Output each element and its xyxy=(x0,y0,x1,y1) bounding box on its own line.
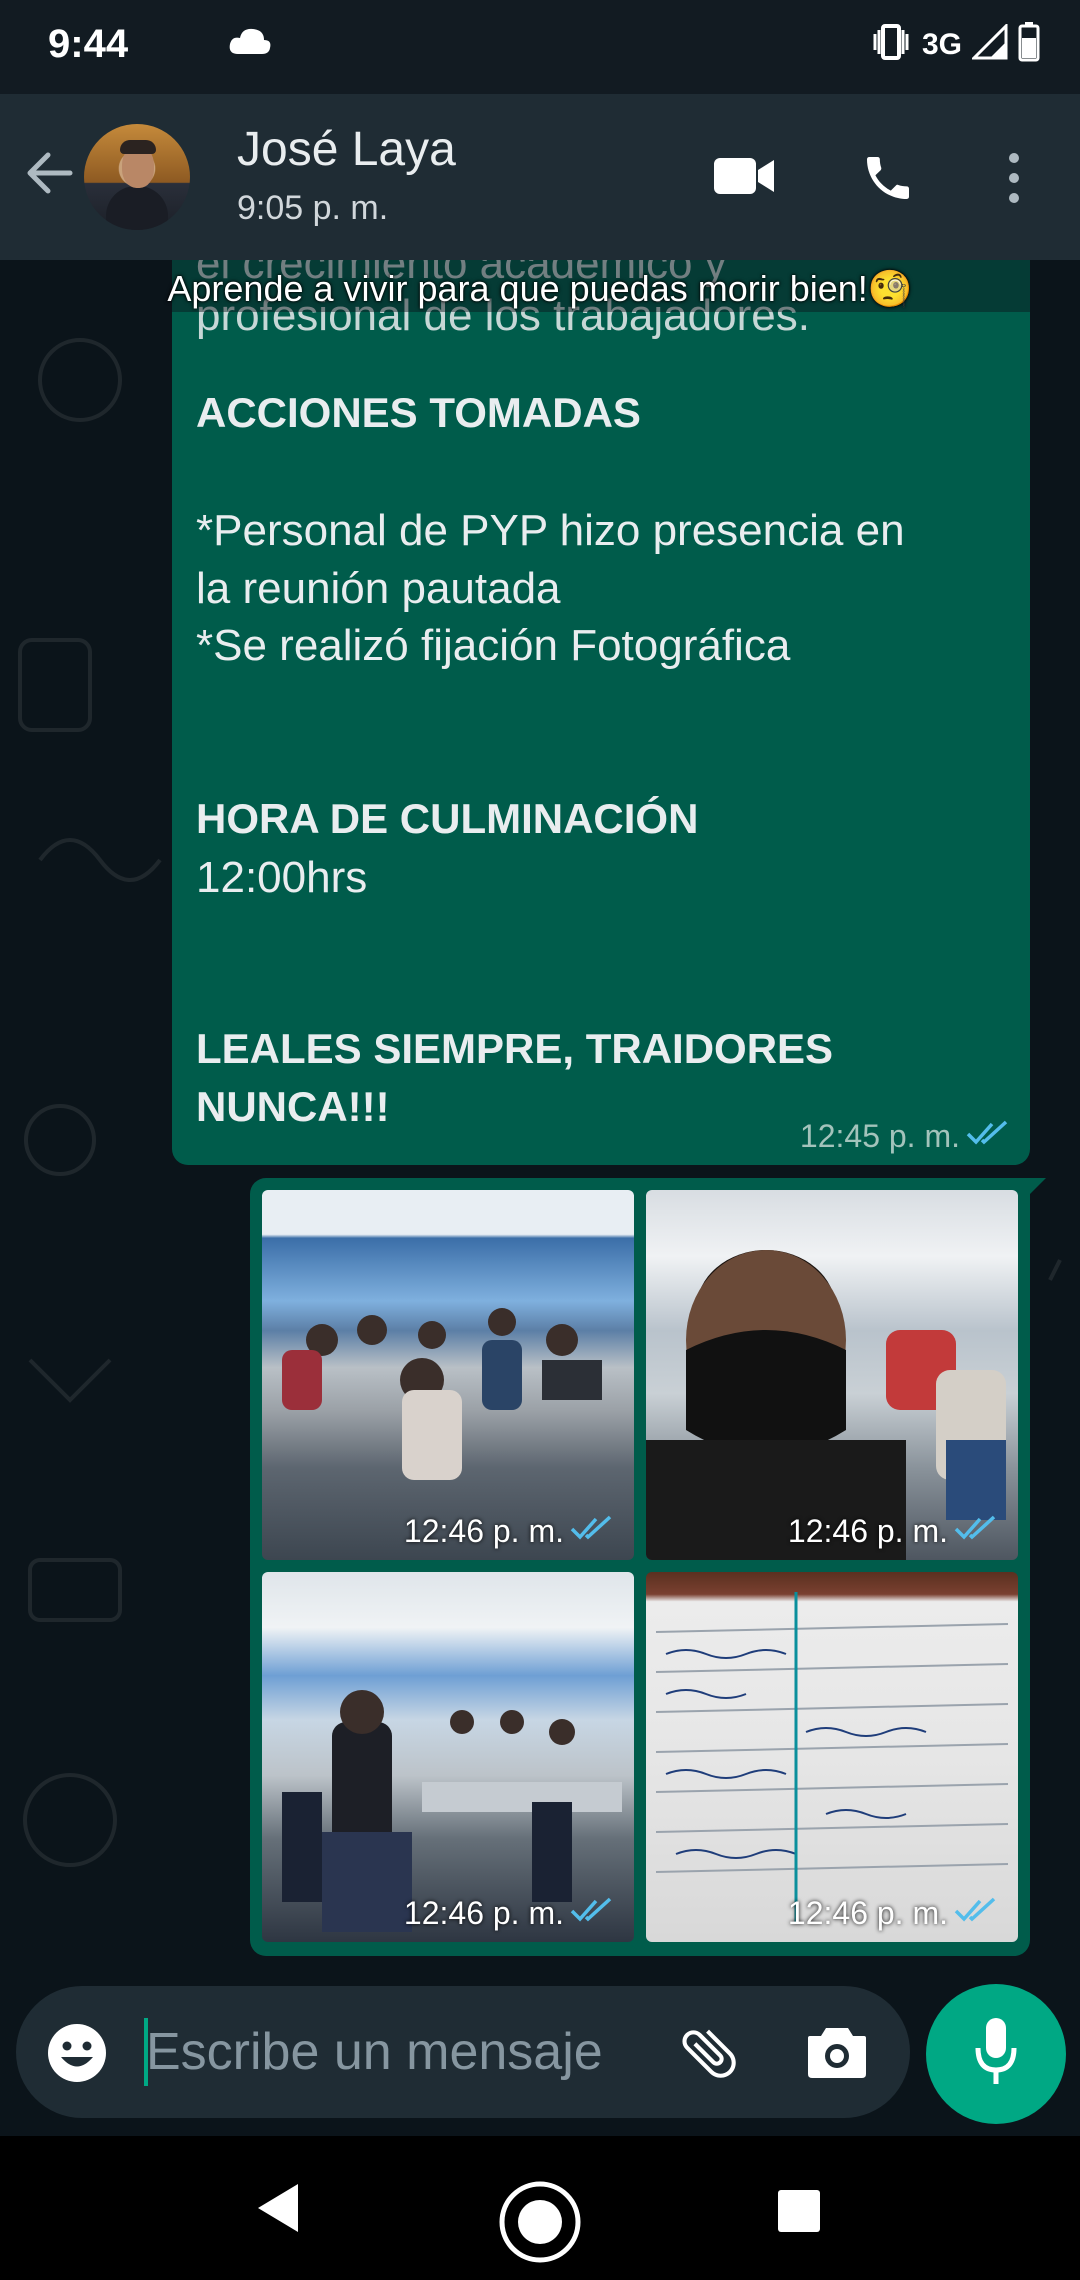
emoji-icon[interactable] xyxy=(46,2022,108,2089)
read-tick-icon xyxy=(954,1897,998,1928)
contact-name[interactable]: José Laya xyxy=(237,122,456,177)
photo-time: 12:46 p. m. xyxy=(787,1513,948,1549)
network-type: 3G xyxy=(921,27,962,61)
message-line: la reunión pautada xyxy=(196,564,561,613)
chat-header: José Laya 9:05 p. m. xyxy=(0,94,1080,260)
contact-avatar[interactable] xyxy=(84,124,190,230)
message-line: 12:00hrs xyxy=(196,853,368,902)
message-list[interactable]: Aprende a vivir para que puedas morir bi… xyxy=(0,260,1080,1986)
read-tick-icon xyxy=(954,1515,998,1546)
photo-thumbnail[interactable]: 12:46 p. m. xyxy=(646,1190,1018,1560)
photo-time: 12:46 p. m. xyxy=(787,1895,948,1931)
battery-icon xyxy=(1018,22,1040,67)
message-time: 12:45 p. m. xyxy=(799,1118,960,1154)
outgoing-photo-album[interactable]: 12:46 p. m. 12:46 p. m. 12:46 p. m. 12:4… xyxy=(250,1178,1030,1956)
mic-icon xyxy=(972,2014,1020,2099)
read-tick-icon xyxy=(570,1897,614,1928)
video-call-icon[interactable] xyxy=(712,154,776,203)
status-time: 9:44 xyxy=(48,22,129,66)
vibrate-icon xyxy=(870,22,912,67)
message-input[interactable]: Escribe un mensaje xyxy=(146,2022,603,2082)
message-heading: LEALES SIEMPRE, TRAIDORES xyxy=(196,1025,834,1072)
status-indicators: 3G xyxy=(870,22,1040,67)
read-tick-icon xyxy=(966,1120,1010,1151)
nav-back-icon[interactable] xyxy=(254,2182,302,2239)
nav-recents-icon[interactable] xyxy=(776,2188,822,2239)
message-heading: HORA DE CULMINACIÓN xyxy=(196,795,699,842)
back-arrow-icon[interactable] xyxy=(22,146,76,205)
read-tick-icon xyxy=(570,1515,614,1546)
status-caption-banner: Aprende a vivir para que puedas morir bi… xyxy=(0,260,1080,312)
signal-icon xyxy=(970,22,1008,65)
photo-thumbnail[interactable]: 12:46 p. m. xyxy=(262,1190,634,1560)
status-bar: 9:44 3G xyxy=(0,0,1080,94)
photo-thumbnail[interactable]: 12:46 p. m. xyxy=(262,1572,634,1942)
voice-call-icon[interactable] xyxy=(860,150,916,211)
message-line: *Se realizó fijación Fotográfica xyxy=(196,621,791,670)
photo-time: 12:46 p. m. xyxy=(403,1513,564,1549)
cloud-icon xyxy=(228,26,272,61)
message-line: *Personal de PYP hizo presencia en xyxy=(196,506,905,555)
system-nav-bar xyxy=(0,2136,1080,2280)
photo-time: 12:46 p. m. xyxy=(403,1895,564,1931)
photo-thumbnail[interactable]: 12:46 p. m. xyxy=(646,1572,1018,1942)
banner-text: Aprende a vivir para que puedas morir bi… xyxy=(167,268,913,309)
nav-home-icon[interactable] xyxy=(498,2180,582,2269)
more-options-icon[interactable] xyxy=(1004,150,1024,211)
message-heading: NUNCA!!! xyxy=(196,1083,390,1130)
last-seen: 9:05 p. m. xyxy=(237,189,389,227)
message-composer[interactable]: Escribe un mensaje xyxy=(16,1986,910,2118)
attach-icon[interactable] xyxy=(676,2020,742,2091)
message-heading: ACCIONES TOMADAS xyxy=(196,389,641,436)
camera-icon[interactable] xyxy=(806,2022,868,2085)
voice-record-button[interactable] xyxy=(926,1984,1066,2124)
outgoing-text-message[interactable]: el crecimiento académico y profesional d… xyxy=(172,260,1030,1165)
